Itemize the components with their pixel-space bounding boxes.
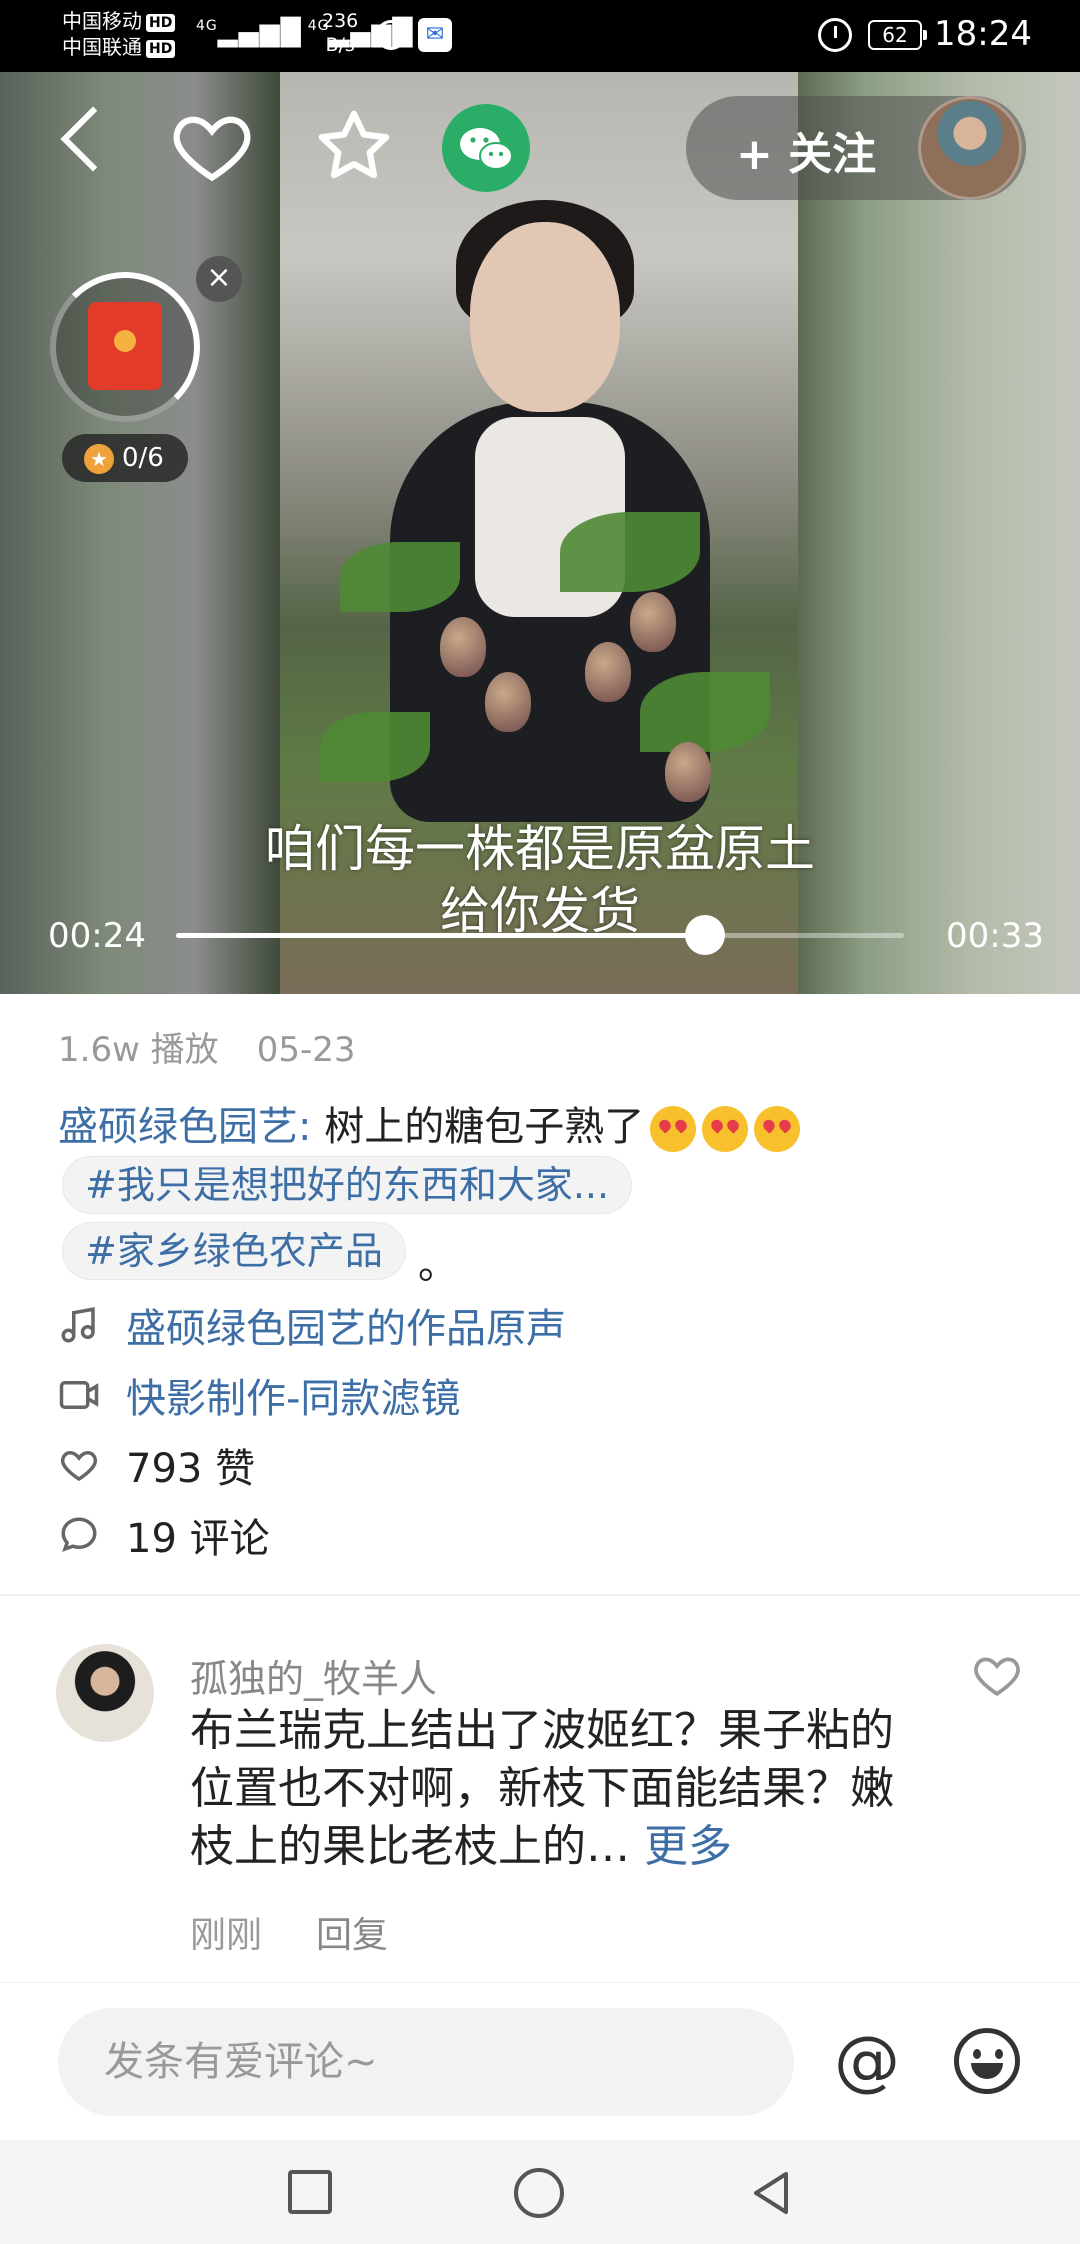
comment-time: 刚刚	[190, 1915, 263, 1956]
close-icon[interactable]: ×	[196, 256, 242, 302]
comment-bubble-icon	[61, 1517, 97, 1552]
network-speed: 236 B/s	[322, 9, 358, 57]
music-note-icon	[61, 1307, 95, 1343]
commenter-avatar[interactable]	[56, 1644, 154, 1742]
caption-end: 。	[418, 1242, 458, 1288]
hd-badge: HD	[146, 13, 176, 32]
video-content	[485, 672, 531, 732]
post-date: 05-23	[256, 1030, 356, 1070]
reply-button[interactable]: 回复	[316, 1906, 388, 1958]
video-content	[640, 672, 770, 752]
music-link[interactable]: 盛硕绿色园艺的作品原声	[126, 1296, 566, 1354]
section-divider	[0, 1594, 1080, 1596]
coin-star-icon: ★	[84, 444, 114, 474]
home-icon[interactable]	[514, 2168, 564, 2218]
filter-link[interactable]: 快影制作-同款滤镜	[126, 1366, 460, 1424]
carrier-2: 中国联通	[62, 35, 142, 59]
video-content	[665, 742, 711, 802]
video-subtitle: 咱们每一株都是原盆原土给你发货	[265, 820, 815, 940]
carrier-1: 中国移动	[62, 9, 142, 33]
alarm-icon	[818, 18, 852, 52]
redpacket-count: 0/6	[62, 434, 188, 482]
wechat-share-icon[interactable]	[442, 104, 530, 192]
comment-input[interactable]	[58, 2008, 794, 2116]
progress-thumb[interactable]	[685, 915, 725, 955]
video-content	[630, 592, 676, 652]
comment-text: 布兰瑞克上结出了波姬红？果子粘的位置也不对啊，新枝下面能结果？嫩枝上的果比老枝上…	[190, 1702, 910, 1876]
progress-fill	[176, 933, 705, 938]
caption-author[interactable]: 盛硕绿色园艺:	[58, 1104, 311, 1150]
video-content	[560, 512, 700, 592]
status-bar: 中国移动 HD 中国联通 HD 4G▂▄▆█ 4G▂▄▆█ 236 B/s ✉ 62 …	[0, 0, 1080, 72]
play-meta: 1.6w 播放 05-23	[58, 1022, 393, 1071]
heart-eyes-emoji-icon	[650, 1106, 697, 1152]
hashtag-2[interactable]: #家乡绿色农产品	[62, 1222, 406, 1280]
comment-body: 布兰瑞克上结出了波姬红？果子粘的位置也不对啊，新枝下面能结果？嫩枝上的果比老枝上…	[190, 1705, 894, 1872]
speed-value: 236	[322, 10, 359, 32]
heart-eyes-emoji-icon	[754, 1106, 801, 1152]
comment-like-icon[interactable]	[972, 1652, 1022, 1698]
comment-count: 19 评论	[126, 1516, 270, 1562]
video-content	[470, 222, 620, 412]
hd-badge: HD	[146, 39, 176, 58]
network-type-1: 4G	[196, 18, 218, 34]
video-content	[320, 712, 430, 782]
like-count: 793 赞	[126, 1446, 256, 1492]
video-content	[585, 642, 631, 702]
video-camera-icon	[59, 1381, 99, 1409]
author-avatar[interactable]	[918, 96, 1022, 200]
redpacket-icon[interactable]	[88, 302, 162, 390]
follow-label[interactable]: + 关注	[736, 118, 876, 182]
carrier-labels: 中国移动 HD 中国联通 HD	[62, 8, 176, 60]
nav-back-icon[interactable]	[746, 2168, 796, 2218]
heart-eyes-emoji-icon	[702, 1106, 749, 1152]
speed-unit: B/s	[325, 34, 355, 56]
battery-icon: 62	[868, 20, 927, 50]
hashtag-1[interactable]: #我只是想把好的东西和大家...	[62, 1156, 633, 1214]
sync-icon	[376, 20, 406, 50]
heart-icon[interactable]	[170, 104, 254, 188]
current-time: 00:24	[48, 916, 146, 956]
comment-more-link[interactable]: 更多	[644, 1821, 732, 1872]
commenter-name[interactable]: 孤独的_牧羊人	[190, 1648, 437, 1703]
play-count: 1.6w 播放	[58, 1030, 219, 1070]
at-mention-icon[interactable]: @	[834, 2028, 900, 2094]
recent-apps-icon[interactable]	[288, 2170, 332, 2214]
clock: 18:24	[934, 14, 1032, 54]
video-content	[440, 617, 486, 677]
like-heart-icon	[60, 1450, 98, 1482]
star-icon[interactable]	[312, 104, 396, 188]
caption-text: 树上的糖包子熟了	[311, 1104, 645, 1150]
notification-app-icon: ✉	[418, 18, 452, 52]
emoji-smile-icon[interactable]	[954, 2028, 1020, 2094]
total-time: 00:33	[946, 916, 1044, 956]
caption: 盛硕绿色园艺: 树上的糖包子熟了	[58, 1094, 801, 1152]
video-content	[340, 542, 460, 612]
